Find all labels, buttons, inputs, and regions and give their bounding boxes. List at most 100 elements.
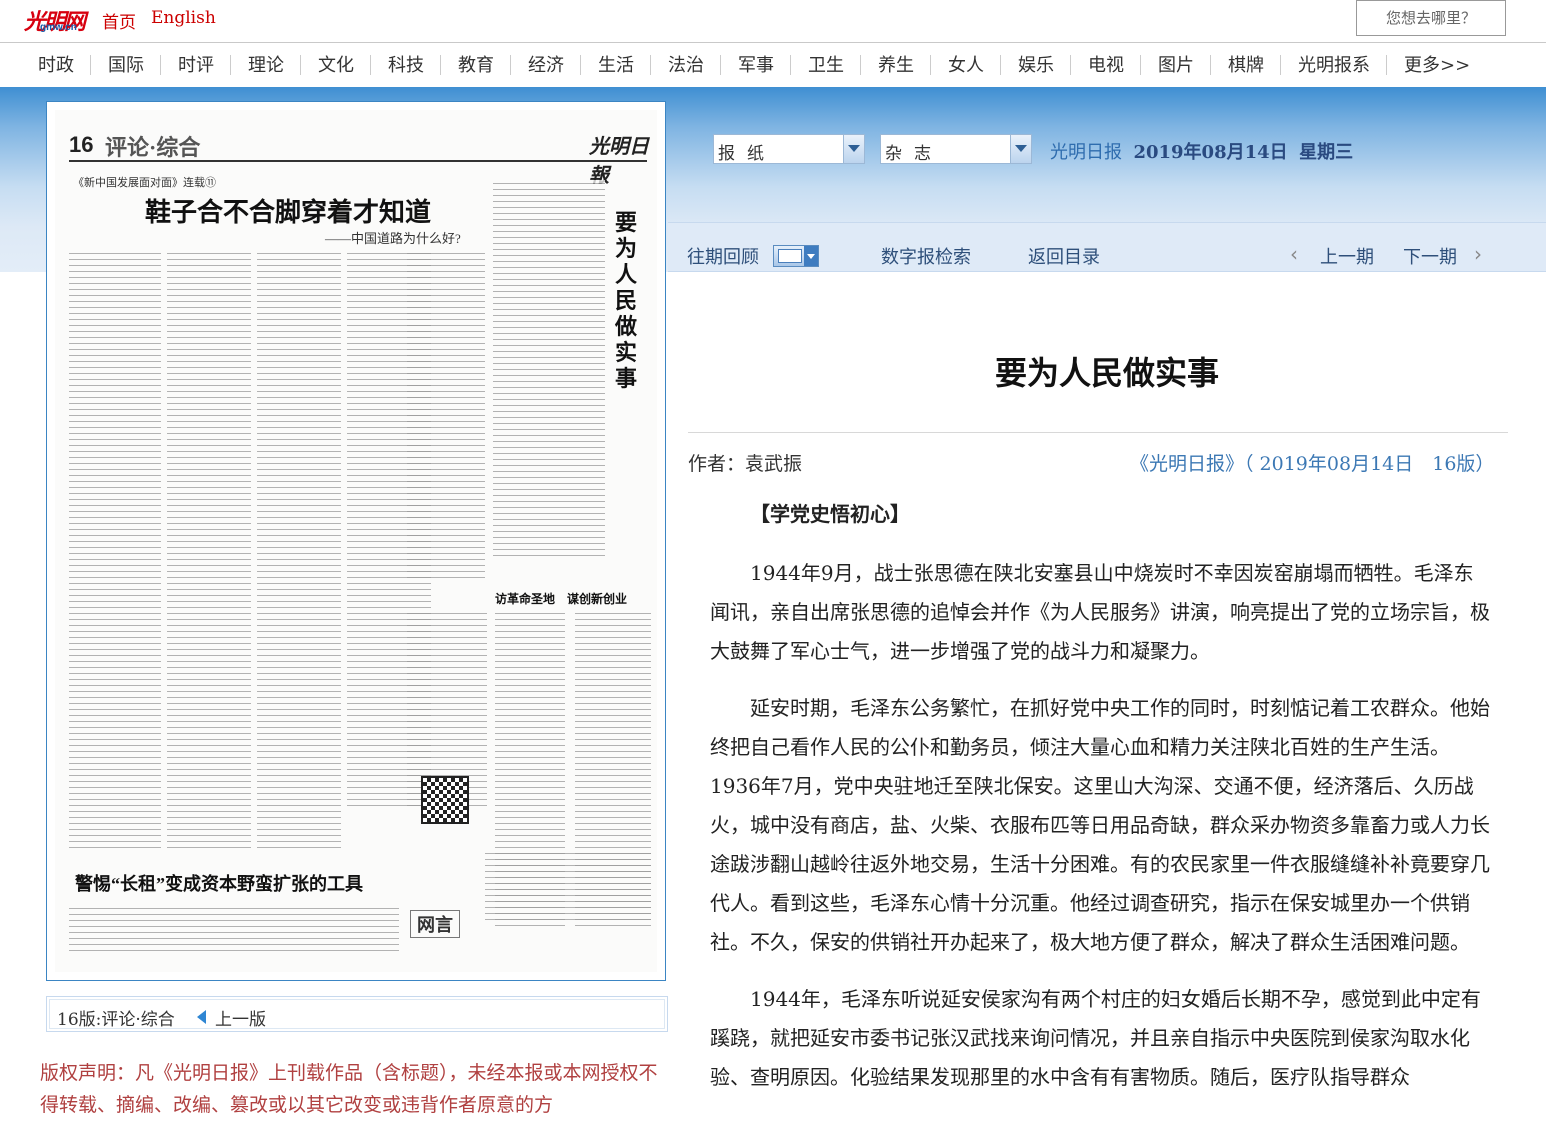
text-column [407,250,485,580]
nav-item[interactable]: 光明报系 [1298,51,1370,77]
page-subheadline: ——中国道路为什么好? [325,231,461,246]
text-column [257,250,341,850]
article-paragraph: 延安时期，毛泽东公务繁忙，在抓好党中央工作的同时，时刻惦记着工农群众。他始终把自… [710,696,1490,954]
back-to-index-link[interactable]: 返回目录 [1028,243,1100,269]
nav-item[interactable]: 图片 [1158,51,1194,77]
digital-search-link[interactable]: 数字报检索 [881,243,971,269]
text-column [485,850,651,920]
nav-item[interactable]: 军事 [738,51,774,77]
nav-separator [1000,55,1001,75]
english-link[interactable]: English [151,8,216,28]
home-link[interactable]: 首页 [102,8,136,33]
nav-item[interactable]: 卫生 [808,51,844,77]
nav-item[interactable]: 法治 [668,51,704,77]
nav-separator [90,55,91,75]
chevron-left-icon[interactable]: ‹ [1290,242,1298,266]
nav-item[interactable]: 理论 [248,51,284,77]
nav-separator [370,55,371,75]
prev-page-link[interactable]: 上一版 [215,1005,266,1030]
nav-item[interactable]: 时政 [38,51,74,77]
nav-separator [930,55,931,75]
qr-code [421,776,469,824]
article-paragraph: 1944年9月，战士张思德在陕北安塞县山中烧炭时不幸因炭窑崩塌而牺牲。毛泽东闻讯… [710,561,1490,663]
nav-separator [300,55,301,75]
nav-item[interactable]: 教育 [458,51,494,77]
article-kicker: 《新中国发展面对面》连载⑪ [73,177,216,189]
nav-separator [790,55,791,75]
prev-issue-link[interactable]: 上一期 [1320,243,1374,269]
nav-item[interactable]: 时评 [178,51,214,77]
text-column [69,905,399,955]
page-rule [69,160,647,162]
text-column [167,250,251,850]
logo-sub: gmw.cn [40,22,77,33]
article-source[interactable]: 《光明日报》（ 2019年08月14日 16版） [1130,449,1494,476]
paper-select[interactable]: 报纸 [713,134,865,164]
next-issue-link[interactable]: 下一期 [1403,243,1457,269]
nav-item[interactable]: 经济 [528,51,564,77]
article-title: 要为人民做实事 [994,354,1219,392]
issue-date: 光明日报 2019年08月14日 星期三 [1050,138,1353,164]
nav-item[interactable]: 娱乐 [1018,51,1054,77]
page-label: 16版:评论·综合 [57,1010,175,1030]
page-headline-3[interactable]: 访革命圣地 谋创新创业 [495,590,627,607]
wangyan-badge: 网言 [410,910,460,938]
magazine-select-value: 杂志 [885,144,943,164]
nav-item[interactable]: 电视 [1088,51,1124,77]
page-headline-2[interactable]: 警惕“长租”变成资本野蛮扩张的工具 [75,870,363,896]
main-nav: 时政 国际 时评 理论 文化 科技 教育 经济 生活 法治 军事 卫生 养生 女… [0,43,1546,87]
search-input[interactable]: 您想去哪里？ [1356,0,1506,36]
page-number: 16 [69,132,94,157]
nav-item[interactable]: 养生 [878,51,914,77]
chevron-right-icon[interactable]: › [1474,242,1482,266]
nav-separator [160,55,161,75]
article-section-head: 【学党史悟初心】 [750,502,910,526]
nav-separator [440,55,441,75]
issue-date-value: 2019年08月14日 [1133,142,1288,163]
divider [688,432,1508,433]
page-caption-bar: 16版:评论·综合 上一版 [46,996,668,1032]
nav-separator [720,55,721,75]
nav-separator [1280,55,1281,75]
nav-item[interactable]: 棋牌 [1228,51,1264,77]
nav-separator [1210,55,1211,75]
nav-separator [1070,55,1071,75]
page-section: 评论·综合 [105,135,201,160]
nav-separator [510,55,511,75]
nav-separator [860,55,861,75]
article-body: 【学党史悟初心】 1944年9月，战士张思德在陕北安塞县山中烧炭时不幸因炭窑崩塌… [710,495,1490,1115]
page-headline[interactable]: 鞋子合不合脚穿着才知道 [145,192,431,229]
nav-item[interactable]: 科技 [388,51,424,77]
arrow-left-icon[interactable] [197,1010,206,1024]
nav-item[interactable]: 国际 [108,51,144,77]
calendar-icon[interactable] [773,245,819,267]
nav-separator [1386,55,1387,75]
text-column [493,180,605,560]
magazine-select[interactable]: 杂志 [880,134,1032,164]
nav-item[interactable]: 女人 [948,51,984,77]
paper-name: 光明日报 [1050,142,1122,163]
article-paragraph: 1944年，毛泽东听说延安侯家沟有两个村庄的妇女婚后长期不孕，感觉到此中定有蹊跷… [710,987,1481,1089]
vertical-headline[interactable]: 要为人民做实事 [615,210,645,392]
nav-item[interactable]: 生活 [598,51,634,77]
copyright-notice: 版权声明：凡《光明日报》上刊载作品（含标题），未经本报或本网授权不得转载、摘编、… [40,1062,658,1116]
calendar-grid-icon [778,249,802,263]
newspaper-page-frame: 16 评论·综合 光明日報 《新中国发展面对面》连载⑪ 鞋子合不合脚穿着才知道 … [46,101,666,981]
newspaper-page-image[interactable]: 16 评论·综合 光明日報 《新中国发展面对面》连载⑪ 鞋子合不合脚穿着才知道 … [55,110,657,972]
past-issues-link[interactable]: 往期回顾 [687,243,759,269]
chevron-down-icon[interactable] [804,246,818,266]
article-author: 作者：袁武振 [688,453,803,475]
site-logo[interactable]: 光明网 gmw.cn [24,4,90,34]
nav-separator [230,55,231,75]
nav-separator [580,55,581,75]
chevron-down-icon[interactable] [1010,135,1031,163]
nav-item-more[interactable]: 更多>> [1404,51,1470,77]
nav-item[interactable]: 文化 [318,51,354,77]
chevron-down-icon[interactable] [843,135,864,163]
nav-separator [650,55,651,75]
text-column [69,250,161,850]
nav-separator [1140,55,1141,75]
top-bar: 光明网 gmw.cn 首页 English 您想去哪里？ [0,0,1546,43]
issue-weekday: 星期三 [1299,142,1354,163]
paper-select-value: 报纸 [718,144,776,164]
